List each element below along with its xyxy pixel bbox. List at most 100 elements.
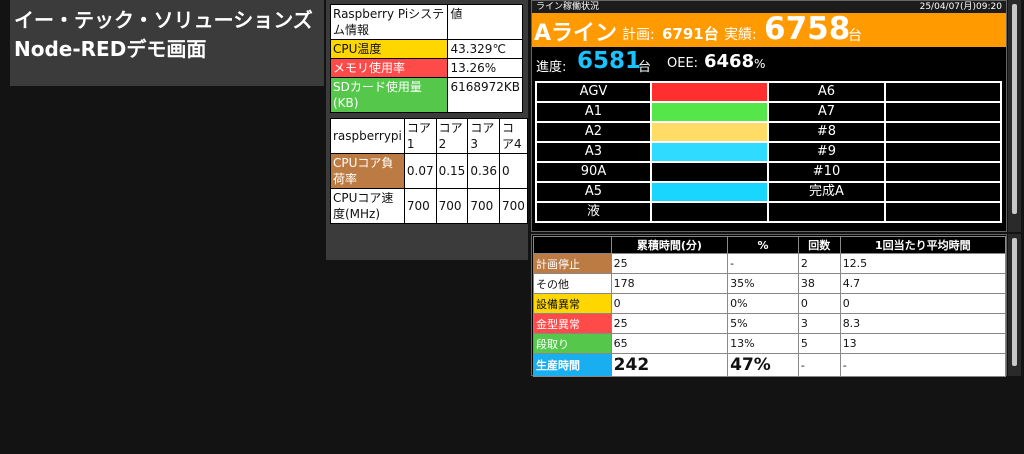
stat-label: 金型異常 — [533, 313, 612, 334]
header-cell: 1回当たり平均時間 — [839, 236, 1007, 254]
station-name: 完成A — [767, 181, 886, 203]
line-status-panel: ライン稼働状況 25/04/07(月)09:20 Aライン 計画: 6791台 … — [531, 0, 1007, 232]
station-name: #8 — [767, 121, 886, 143]
stat-time: 0 — [610, 293, 729, 314]
station-row: 液 — [535, 201, 1002, 223]
station-name: #10 — [767, 161, 886, 183]
station-status-light — [650, 81, 769, 103]
stat-pct: 0% — [727, 293, 799, 314]
header-cell: コア3 — [467, 118, 501, 154]
stat-avg: 0 — [839, 293, 1007, 314]
station-status-light — [650, 201, 769, 223]
station-name: AGV — [535, 81, 652, 103]
stat-count: 0 — [797, 293, 841, 314]
screen-title: Node-REDデモ画面 — [14, 37, 207, 61]
table-row: 段取り 65 13% 5 13 — [533, 333, 1007, 354]
company-name: イー・テック・ソリューションズ — [14, 8, 313, 32]
stat-label: 設備異常 — [533, 293, 612, 314]
table-row: その他 178 35% 38 4.7 — [533, 273, 1007, 294]
datetime: 25/04/07(月)09:20 — [919, 2, 1002, 12]
header-cell: コア1 — [403, 118, 437, 154]
actual-unit: 台 — [848, 28, 862, 44]
station-row: A2 #8 — [535, 121, 1002, 143]
actual-value: 6758 — [764, 11, 851, 47]
scrollbar-thumb[interactable] — [1012, 238, 1017, 366]
memory-usage-value: 13.26% — [447, 58, 523, 78]
station-status-light — [884, 201, 1002, 223]
actual-label: 実績: — [724, 27, 757, 43]
header-cell: Raspberry Piシステム情報 — [329, 4, 449, 40]
table-row: メモリ使用率 13.26% — [329, 58, 523, 78]
table-header-row: 累積時間(分) % 回数 1回当たり平均時間 — [533, 236, 1007, 254]
cpu-temp-value: 43.329℃ — [447, 39, 523, 59]
stat-label: その他 — [533, 273, 612, 294]
core2-load: 0.15 — [435, 153, 469, 189]
stat-time: 25 — [610, 253, 729, 274]
production-pct: 47% — [727, 353, 799, 377]
progress-value: 6581 — [577, 48, 642, 74]
stats-panel-scrollbar[interactable] — [1008, 234, 1021, 376]
production-label: 生産時間 — [533, 353, 612, 377]
stat-avg: 12.5 — [839, 253, 1007, 274]
station-status-light — [650, 181, 769, 203]
header-cell: コア4 — [499, 118, 528, 154]
title-panel: イー・テック・ソリューションズ Node-REDデモ画面 — [10, 0, 324, 86]
system-info-table: Raspberry Piシステム情報 値 CPU温度 43.329℃ メモリ使用… — [329, 4, 523, 113]
header-cell: コア2 — [435, 118, 469, 154]
station-name: A3 — [535, 141, 652, 163]
oee-label: OEE: — [667, 56, 699, 71]
table-row: CPUコア負荷率 0.07 0.15 0.36 0 — [330, 153, 528, 189]
line-summary-bar: Aライン 計画: 6791台 実績: 6758 台 — [532, 11, 1006, 47]
station-status-light — [650, 101, 769, 123]
core2-speed: 700 — [435, 188, 469, 224]
station-status-light — [884, 181, 1002, 203]
station-name: 90A — [535, 161, 652, 183]
core1-load: 0.07 — [403, 153, 437, 189]
table-row: CPUコア速度(MHz) 700 700 700 700 — [330, 188, 528, 224]
progress-label: 進度: — [536, 60, 567, 75]
line-panel-scrollbar[interactable] — [1008, 0, 1021, 232]
station-row: A1 A7 — [535, 101, 1002, 123]
progress-unit: 台 — [638, 60, 652, 75]
core-load-label: CPUコア負荷率 — [330, 153, 405, 189]
stat-pct: - — [727, 253, 799, 274]
station-status-light — [650, 161, 769, 183]
station-name: #9 — [767, 141, 886, 163]
production-avg: - — [839, 353, 1007, 377]
table-row: SDカード使用量(KB) 6168972KB — [329, 77, 523, 113]
table-row: Raspberry Piシステム情報 値 — [329, 4, 523, 40]
station-name: A6 — [767, 81, 886, 103]
header-cell: 値 — [447, 4, 523, 40]
station-name: A7 — [767, 101, 886, 123]
stat-time: 65 — [610, 333, 729, 354]
station-name: 液 — [535, 201, 652, 223]
downtime-stats-panel: 累積時間(分) % 回数 1回当たり平均時間 計画停止 25-2 12.5 その他 17… — [531, 234, 1007, 377]
plan-label: 計画: — [622, 27, 655, 43]
station-status-light — [884, 81, 1002, 103]
stat-avg: 4.7 — [839, 273, 1007, 294]
core1-speed: 700 — [403, 188, 437, 224]
station-row: A3 #9 — [535, 141, 1002, 163]
station-status-light — [884, 141, 1002, 163]
line-status-title: ライン稼働状況 — [536, 2, 600, 12]
stat-label: 段取り — [533, 333, 612, 354]
station-status-light — [884, 161, 1002, 183]
core3-load: 0.36 — [467, 153, 501, 189]
scrollbar-thumb[interactable] — [1012, 4, 1017, 214]
cpu-core-table: raspberrypi コア1 コア2 コア3 コア4 CPUコア負荷率 0.0… — [330, 118, 528, 224]
stat-count: 5 — [797, 333, 841, 354]
core4-speed: 700 — [499, 188, 528, 224]
station-status-light — [884, 101, 1002, 123]
table-row: raspberrypi コア1 コア2 コア3 コア4 — [330, 118, 528, 154]
stat-label: 計画停止 — [533, 253, 612, 274]
core4-load: 0 — [499, 153, 528, 189]
stat-pct: 13% — [727, 333, 799, 354]
station-row: AGV A6 — [535, 81, 1002, 103]
progress-row: 進度: 6581 台 OEE: 6468 % — [532, 47, 1006, 79]
system-info-panel: Raspberry Piシステム情報 値 CPU温度 43.329℃ メモリ使用… — [326, 0, 528, 260]
downtime-stats-table: 累積時間(分) % 回数 1回当たり平均時間 計画停止 25-2 12.5 その他 17… — [533, 236, 1007, 377]
core3-speed: 700 — [467, 188, 501, 224]
stat-pct: 5% — [727, 313, 799, 334]
stat-time: 25 — [610, 313, 729, 334]
production-time-row: 生産時間 242 47% - - — [533, 353, 1007, 377]
